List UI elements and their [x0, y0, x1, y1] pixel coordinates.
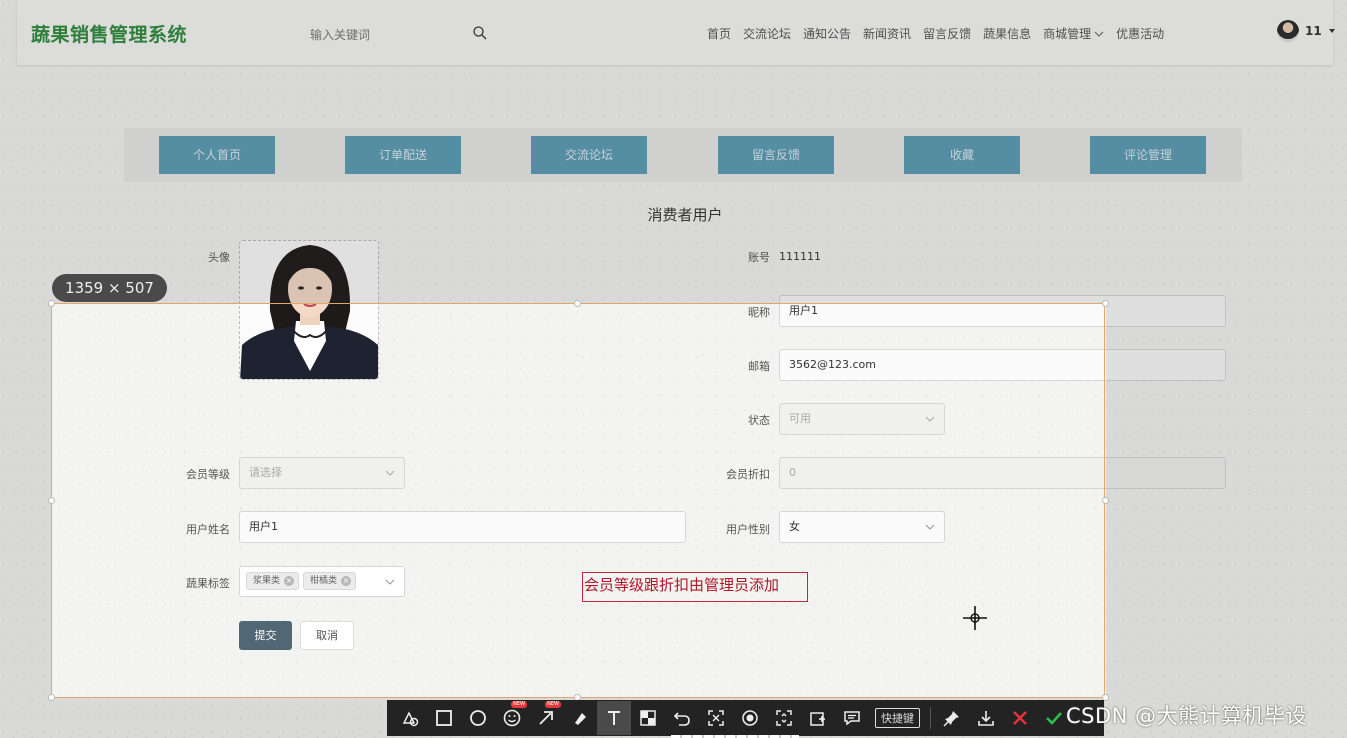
dim-overlay-top — [0, 0, 1347, 303]
resize-handle[interactable] — [48, 300, 55, 307]
selection-size-badge: 1359 × 507 — [52, 274, 167, 302]
new-badge: NEW — [511, 701, 527, 708]
close-icon[interactable] — [1003, 701, 1037, 735]
screenshot-toolbar: NEW NEW 快捷键 — [387, 700, 1104, 736]
record-icon[interactable] — [733, 701, 767, 735]
dim-overlay-left — [0, 303, 51, 738]
new-badge: NEW — [545, 701, 561, 708]
toolbar-divider — [930, 707, 931, 729]
download-icon[interactable] — [969, 701, 1003, 735]
scroll-capture-icon[interactable] — [767, 701, 801, 735]
resize-handle[interactable] — [48, 694, 55, 701]
crosshair-cursor-icon — [963, 606, 987, 630]
pin-icon[interactable] — [935, 701, 969, 735]
shortcut-button[interactable]: 快捷键 — [875, 708, 920, 728]
csdn-watermark: CSDN @大熊计算机毕设 — [1066, 704, 1308, 728]
mosaic-icon[interactable] — [631, 701, 665, 735]
marker-icon[interactable] — [563, 701, 597, 735]
resize-handle[interactable] — [574, 300, 581, 307]
rectangle-icon[interactable] — [427, 701, 461, 735]
shape-icon[interactable] — [393, 701, 427, 735]
circle-icon[interactable] — [461, 701, 495, 735]
resize-handle[interactable] — [1102, 497, 1109, 504]
arrow-icon[interactable]: NEW — [529, 701, 563, 735]
selection-rectangle[interactable] — [51, 303, 1105, 698]
emoji-icon[interactable]: NEW — [495, 701, 529, 735]
text-icon[interactable] — [597, 701, 631, 735]
resize-handle[interactable] — [48, 497, 55, 504]
undo-icon[interactable] — [665, 701, 699, 735]
comment-icon[interactable] — [835, 701, 869, 735]
ocr-icon[interactable] — [699, 701, 733, 735]
resize-handle[interactable] — [1102, 300, 1109, 307]
dim-overlay-right — [1106, 303, 1347, 738]
pin-add-icon[interactable] — [801, 701, 835, 735]
